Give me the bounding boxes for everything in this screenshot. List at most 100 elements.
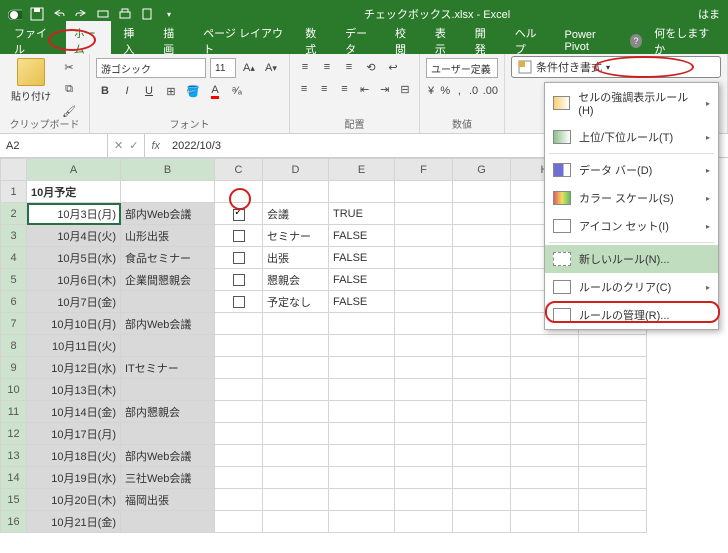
cell[interactable]	[453, 467, 511, 489]
cell[interactable]	[579, 379, 647, 401]
cancel-formula-icon[interactable]: ✕	[114, 139, 123, 152]
decrease-font-icon[interactable]: A▾	[262, 59, 280, 77]
col-header-E[interactable]: E	[329, 159, 395, 181]
col-header-G[interactable]: G	[453, 159, 511, 181]
cell[interactable]	[215, 225, 263, 247]
cell[interactable]	[511, 511, 579, 533]
row-header[interactable]: 3	[1, 225, 27, 247]
row-header[interactable]: 1	[1, 181, 27, 203]
cell[interactable]	[395, 357, 453, 379]
tab-powerpivot[interactable]: Power Pivot	[557, 25, 626, 57]
checkbox[interactable]	[233, 209, 245, 221]
print-preview-icon[interactable]	[96, 7, 110, 21]
cell[interactable]	[395, 379, 453, 401]
cell[interactable]: 10月19日(水)	[27, 467, 121, 489]
row-header[interactable]: 7	[1, 313, 27, 335]
cell[interactable]	[395, 313, 453, 335]
top-bottom-rules-item[interactable]: 上位/下位ルール(T) ▸	[545, 123, 718, 151]
row-header[interactable]: 6	[1, 291, 27, 313]
checkbox[interactable]	[233, 252, 245, 264]
cell[interactable]	[263, 357, 329, 379]
row-header[interactable]: 13	[1, 445, 27, 467]
cell[interactable]	[453, 335, 511, 357]
cell[interactable]	[263, 467, 329, 489]
cell[interactable]	[453, 357, 511, 379]
cell[interactable]	[453, 225, 511, 247]
fx-icon[interactable]: fx	[145, 140, 166, 152]
cut-icon[interactable]: ✂	[60, 58, 78, 76]
manage-rules-item[interactable]: ルールの管理(R)...	[545, 301, 718, 329]
cell[interactable]: 食品セミナー	[121, 247, 215, 269]
cell[interactable]	[395, 467, 453, 489]
cell[interactable]: 10月7日(金)	[27, 291, 121, 313]
save-icon[interactable]	[30, 7, 44, 21]
cell[interactable]	[395, 401, 453, 423]
highlight-rules-item[interactable]: セルの強調表示ルール(H) ▸	[545, 83, 718, 123]
align-bottom-icon[interactable]: ≡	[340, 58, 358, 76]
cell[interactable]: 10月12日(水)	[27, 357, 121, 379]
cell[interactable]	[263, 401, 329, 423]
cell[interactable]	[215, 489, 263, 511]
row-header[interactable]: 4	[1, 247, 27, 269]
cell[interactable]	[329, 467, 395, 489]
cell[interactable]	[453, 511, 511, 533]
paste-button[interactable]: 貼り付け	[6, 58, 56, 120]
cell[interactable]	[511, 357, 579, 379]
redo-icon[interactable]	[74, 7, 88, 21]
enter-formula-icon[interactable]: ✓	[129, 139, 138, 152]
increase-indent-icon[interactable]: ⇥	[377, 80, 393, 98]
col-header-A[interactable]: A	[27, 159, 121, 181]
decrease-indent-icon[interactable]: ⇤	[357, 80, 373, 98]
cell[interactable]: TRUE	[329, 203, 395, 225]
cell[interactable]: FALSE	[329, 269, 395, 291]
cell[interactable]: 出張	[263, 247, 329, 269]
cell[interactable]	[263, 489, 329, 511]
conditional-formatting-button[interactable]: 条件付き書式 ▾	[511, 56, 721, 78]
phonetic-button[interactable]: ᵃ⁄ₐ	[228, 82, 246, 100]
cell[interactable]: 部内懇親会	[121, 401, 215, 423]
cell[interactable]: 10月5日(水)	[27, 247, 121, 269]
new-rule-item[interactable]: 新しいルール(N)...	[545, 245, 718, 273]
cell[interactable]	[121, 291, 215, 313]
cell[interactable]: 部内Web会議	[121, 203, 215, 225]
checkbox[interactable]	[233, 274, 245, 286]
row-header[interactable]: 2	[1, 203, 27, 225]
col-header-B[interactable]: B	[121, 159, 215, 181]
qat-more-icon[interactable]: ▾	[162, 7, 176, 21]
cell[interactable]	[395, 203, 453, 225]
cell[interactable]	[511, 445, 579, 467]
cell[interactable]	[121, 511, 215, 533]
wrap-text-icon[interactable]: ↩	[384, 58, 402, 76]
cell[interactable]	[395, 335, 453, 357]
bold-button[interactable]: B	[96, 82, 114, 100]
row-header[interactable]: 8	[1, 335, 27, 357]
cell[interactable]	[453, 401, 511, 423]
cell[interactable]	[395, 269, 453, 291]
select-all-corner[interactable]	[1, 159, 27, 181]
cell[interactable]: 10月14日(金)	[27, 401, 121, 423]
cell[interactable]: 福岡出張	[121, 489, 215, 511]
cell[interactable]	[453, 291, 511, 313]
cell[interactable]: 山形出張	[121, 225, 215, 247]
cell[interactable]: 懇親会	[263, 269, 329, 291]
cell[interactable]: FALSE	[329, 291, 395, 313]
print-icon[interactable]	[118, 7, 132, 21]
align-right-icon[interactable]: ≡	[336, 80, 352, 98]
cell[interactable]: FALSE	[329, 225, 395, 247]
col-header-D[interactable]: D	[263, 159, 329, 181]
col-header-F[interactable]: F	[395, 159, 453, 181]
cell[interactable]: 10月10日(月)	[27, 313, 121, 335]
cell[interactable]	[579, 335, 647, 357]
row-header[interactable]: 11	[1, 401, 27, 423]
cell[interactable]	[453, 203, 511, 225]
row-header[interactable]: 9	[1, 357, 27, 379]
cell[interactable]	[329, 357, 395, 379]
cell[interactable]	[579, 445, 647, 467]
cell[interactable]	[215, 511, 263, 533]
cell[interactable]	[329, 489, 395, 511]
row-header[interactable]: 10	[1, 379, 27, 401]
cell[interactable]: 三社Web会議	[121, 467, 215, 489]
align-top-icon[interactable]: ≡	[296, 58, 314, 76]
cell[interactable]: セミナー	[263, 225, 329, 247]
increase-decimal-icon[interactable]: .0	[469, 82, 479, 100]
